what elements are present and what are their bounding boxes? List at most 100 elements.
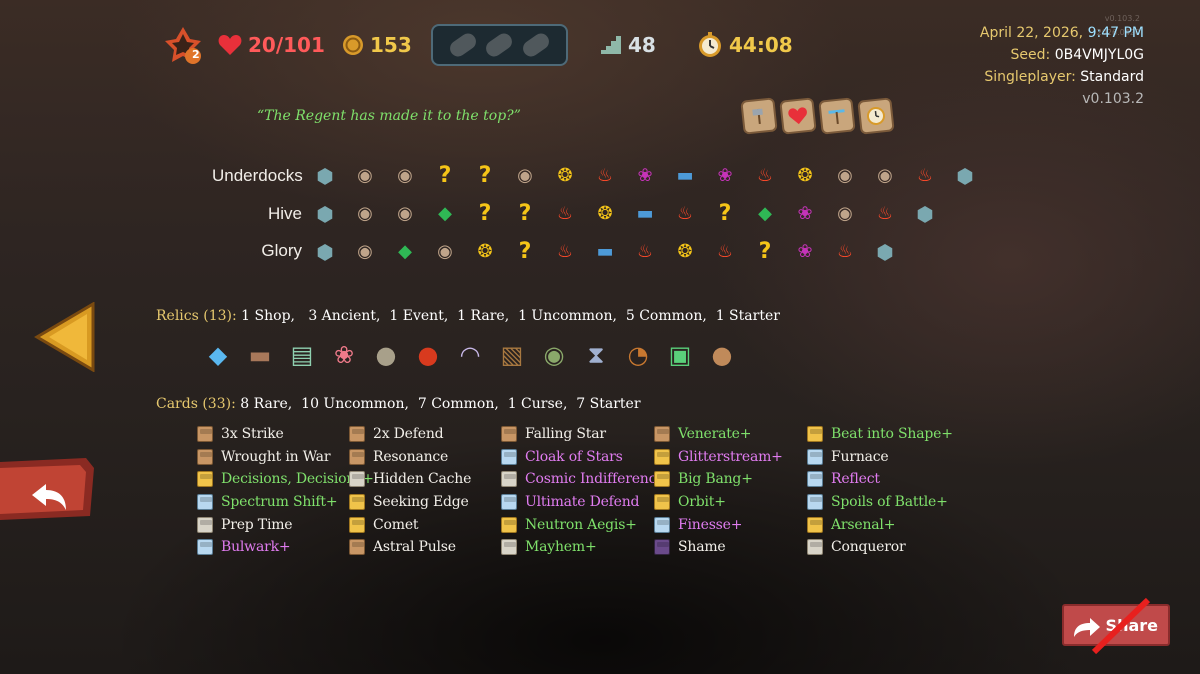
sword-icon[interactable] <box>818 97 856 135</box>
potion-icon[interactable]: ● <box>410 337 446 373</box>
map-node-rest-icon[interactable]: ♨ <box>905 164 945 188</box>
card-entry[interactable]: Seeking Edge <box>349 491 501 514</box>
card-entry[interactable]: Venerate+ <box>654 423 806 446</box>
map-node-elite-icon[interactable]: ❂ <box>465 240 505 264</box>
map-node-special-icon[interactable]: ❀ <box>705 164 745 188</box>
timer-stat[interactable]: 44:08 <box>697 30 793 60</box>
crystal-icon[interactable]: ◆ <box>200 337 236 373</box>
map-node-monster-icon[interactable]: ◉ <box>825 164 865 188</box>
card-entry[interactable]: 3x Strike <box>197 423 349 446</box>
map-node-monster-icon[interactable]: ◉ <box>385 202 425 226</box>
axe-icon[interactable] <box>740 97 778 135</box>
card-entry[interactable]: Spoils of Battle+ <box>807 491 959 514</box>
card-entry[interactable]: Hidden Cache <box>349 468 501 491</box>
lantern-icon[interactable]: ▣ <box>662 337 698 373</box>
clock-icon[interactable] <box>857 97 895 135</box>
map-node-boss-icon[interactable]: ⬢ <box>905 202 945 226</box>
ascension-indicator[interactable]: 2 <box>163 27 203 64</box>
map-node-treasure-icon[interactable]: ▬ <box>585 240 625 264</box>
potion-slot-empty-icon[interactable] <box>483 30 516 60</box>
map-node-boss-icon[interactable]: ⬢ <box>305 164 345 188</box>
map-node-rest-icon[interactable]: ♨ <box>665 202 705 226</box>
hourglass-icon[interactable]: ⧗ <box>578 337 614 373</box>
card-entry[interactable]: Cloak of Stars <box>501 446 653 469</box>
map-node-treasure-icon[interactable]: ▬ <box>625 202 665 226</box>
map-node-unknown-icon[interactable]: ? <box>505 202 545 226</box>
map-node-elite-icon[interactable]: ❂ <box>785 164 825 188</box>
map-node-boss-icon[interactable]: ⬢ <box>945 164 985 188</box>
potion-slot-empty-icon[interactable] <box>519 30 552 60</box>
map-node-rest-icon[interactable]: ♨ <box>705 240 745 264</box>
map-node-elite-icon[interactable]: ❂ <box>665 240 705 264</box>
map-node-monster-icon[interactable]: ◉ <box>385 164 425 188</box>
card-entry[interactable]: Prep Time <box>197 513 349 536</box>
horn-icon[interactable]: ◠ <box>452 337 488 373</box>
map-node-monster-icon[interactable]: ◉ <box>825 202 865 226</box>
card-entry[interactable]: Big Bang+ <box>654 468 806 491</box>
map-node-elite-icon[interactable]: ❂ <box>545 164 585 188</box>
card-entry[interactable]: 2x Defend <box>349 423 501 446</box>
map-node-monster-icon[interactable]: ◉ <box>505 164 545 188</box>
map-node-rest-icon[interactable]: ♨ <box>625 240 665 264</box>
map-node-merchant-icon[interactable]: ◆ <box>425 202 465 226</box>
map-node-special-icon[interactable]: ❀ <box>625 164 665 188</box>
back-button[interactable] <box>0 458 94 520</box>
map-node-rest-icon[interactable]: ♨ <box>545 240 585 264</box>
map-node-rest-icon[interactable]: ♨ <box>585 164 625 188</box>
map-node-treasure-icon[interactable]: ▬ <box>665 164 705 188</box>
card-entry[interactable]: Glitterstream+ <box>654 446 806 469</box>
seed-value[interactable]: 0B4VMJYL0G <box>1055 47 1144 63</box>
map-node-boss-icon[interactable]: ⬢ <box>305 202 345 226</box>
map-node-elite-icon[interactable]: ❂ <box>585 202 625 226</box>
map-node-unknown-icon[interactable]: ? <box>705 202 745 226</box>
card-entry[interactable]: Beat into Shape+ <box>807 423 959 446</box>
card-entry[interactable]: Conqueror <box>807 536 959 559</box>
card-entry[interactable]: Bulwark+ <box>197 536 349 559</box>
map-node-monster-icon[interactable]: ◉ <box>425 240 465 264</box>
map-node-unknown-icon[interactable]: ? <box>745 240 785 264</box>
jar-icon[interactable]: ▤ <box>284 337 320 373</box>
map-node-boss-icon[interactable]: ⬢ <box>865 240 905 264</box>
map-node-unknown-icon[interactable]: ? <box>465 164 505 188</box>
card-entry[interactable]: Reflect <box>807 468 959 491</box>
totem-icon[interactable]: ▧ <box>494 337 530 373</box>
card-entry[interactable]: Decisions, Decisions+ <box>197 468 374 491</box>
hp-stat[interactable]: 20/101 <box>218 30 325 60</box>
card-entry[interactable]: Furnace <box>807 446 959 469</box>
card-entry[interactable]: Ultimate Defend <box>501 491 653 514</box>
map-node-monster-icon[interactable]: ◉ <box>345 202 385 226</box>
card-entry[interactable]: Orbit+ <box>654 491 806 514</box>
map-node-boss-icon[interactable]: ⬢ <box>305 240 345 264</box>
map-node-monster-icon[interactable]: ◉ <box>345 164 385 188</box>
creature-icon[interactable]: ❀ <box>326 337 362 373</box>
map-node-rest-icon[interactable]: ♨ <box>745 164 785 188</box>
card-entry[interactable]: Wrought in War <box>197 446 349 469</box>
map-node-unknown-icon[interactable]: ? <box>465 202 505 226</box>
cornucopia-icon[interactable]: ◔ <box>620 337 656 373</box>
card-entry[interactable]: Resonance <box>349 446 501 469</box>
map-node-merchant-icon[interactable]: ◆ <box>385 240 425 264</box>
map-node-special-icon[interactable]: ❀ <box>785 240 825 264</box>
card-entry[interactable]: Comet <box>349 513 501 536</box>
heart-icon[interactable] <box>779 97 817 135</box>
scroll-icon[interactable]: ▬ <box>242 337 278 373</box>
map-node-special-icon[interactable]: ❀ <box>785 202 825 226</box>
card-entry[interactable]: Arsenal+ <box>807 513 959 536</box>
card-entry[interactable]: Neutron Aegis+ <box>501 513 653 536</box>
card-entry[interactable]: Falling Star <box>501 423 653 446</box>
card-entry[interactable]: Finesse+ <box>654 513 806 536</box>
map-node-unknown-icon[interactable]: ? <box>425 164 465 188</box>
map-node-rest-icon[interactable]: ♨ <box>545 202 585 226</box>
map-node-rest-icon[interactable]: ♨ <box>825 240 865 264</box>
potion-slot-empty-icon[interactable] <box>447 30 480 60</box>
card-entry[interactable]: Mayhem+ <box>501 536 653 559</box>
map-node-rest-icon[interactable]: ♨ <box>865 202 905 226</box>
card-entry[interactable]: Shame <box>654 536 806 559</box>
map-node-merchant-icon[interactable]: ◆ <box>745 202 785 226</box>
card-entry[interactable]: Spectrum Shift+ <box>197 491 349 514</box>
floor-stat[interactable]: 48 <box>600 30 656 60</box>
card-entry[interactable]: Cosmic Indifference <box>501 468 665 491</box>
gold-stat[interactable]: 153 <box>342 30 412 60</box>
acorn-icon[interactable]: ● <box>704 337 740 373</box>
stone-icon[interactable]: ● <box>368 337 404 373</box>
